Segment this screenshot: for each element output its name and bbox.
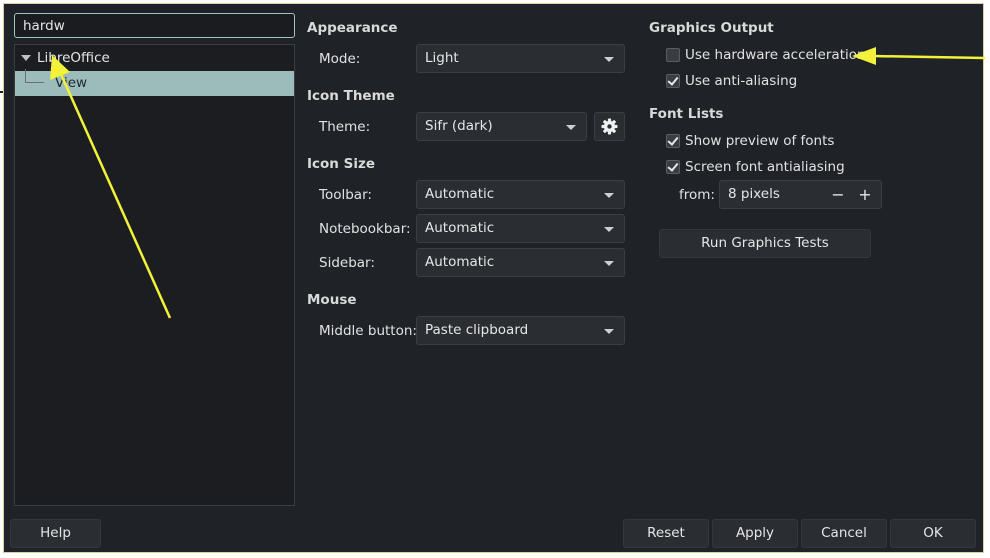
chevron-down-icon	[604, 57, 614, 62]
section-title-mouse: Mouse	[307, 292, 357, 308]
reset-button[interactable]: Reset	[623, 519, 709, 548]
options-dialog: LibreOffice View Appearance Mode: Light …	[3, 3, 984, 553]
anti-aliasing-label[interactable]: Use anti-aliasing	[685, 73, 797, 89]
hardware-acceleration-checkbox[interactable]	[666, 48, 680, 62]
sidebar-label: Sidebar:	[319, 255, 375, 271]
apply-button[interactable]: Apply	[712, 519, 798, 548]
mode-label: Mode:	[319, 51, 361, 67]
toolbar-size-dropdown[interactable]: Automatic	[416, 180, 625, 209]
section-title-icon-size: Icon Size	[307, 156, 375, 172]
tree-item-label: LibreOffice	[37, 50, 110, 66]
antialias-from-value[interactable]: 8 pixels	[728, 186, 780, 202]
screen-font-antialiasing-checkbox[interactable]	[666, 160, 680, 174]
tree-item-libreoffice[interactable]: LibreOffice	[15, 46, 294, 71]
middle-button-label: Middle button:	[319, 323, 417, 339]
mode-dropdown[interactable]: Light	[416, 44, 625, 73]
chevron-down-icon	[604, 227, 614, 232]
ok-button[interactable]: OK	[890, 519, 976, 548]
theme-value: Sifr (dark)	[425, 118, 493, 134]
sidebar-size-value: Automatic	[425, 254, 495, 270]
theme-dropdown[interactable]: Sifr (dark)	[416, 112, 587, 141]
tree-connector	[25, 69, 44, 83]
toolbar-label: Toolbar:	[319, 187, 372, 203]
font-preview-checkbox[interactable]	[666, 134, 680, 148]
tree-item-view[interactable]: View	[15, 69, 294, 96]
section-title-appearance: Appearance	[307, 20, 398, 36]
cancel-button[interactable]: Cancel	[801, 519, 887, 548]
mode-value: Light	[425, 50, 459, 66]
from-label: from:	[679, 187, 715, 203]
decrement-button[interactable]: −	[827, 181, 849, 208]
help-button[interactable]: Help	[10, 519, 101, 548]
notebookbar-size-value: Automatic	[425, 220, 495, 236]
theme-label: Theme:	[319, 119, 371, 135]
tree-item-label: View	[55, 75, 88, 91]
chevron-down-icon	[604, 193, 614, 198]
background-window-fragment	[0, 67, 3, 93]
chevron-down-icon	[604, 261, 614, 266]
font-preview-label[interactable]: Show preview of fonts	[685, 133, 834, 149]
expand-triangle-icon[interactable]	[21, 55, 31, 61]
notebookbar-size-dropdown[interactable]: Automatic	[416, 214, 625, 243]
antialias-from-spinbox[interactable]: 8 pixels − +	[719, 180, 882, 209]
screen-font-antialiasing-label[interactable]: Screen font antialiasing	[685, 159, 845, 175]
section-title-icon-theme: Icon Theme	[307, 88, 395, 104]
middle-button-dropdown[interactable]: Paste clipboard	[416, 316, 625, 345]
search-input[interactable]	[14, 13, 295, 38]
section-title-graphics-output: Graphics Output	[649, 20, 774, 36]
increment-button[interactable]: +	[854, 181, 876, 208]
section-title-font-lists: Font Lists	[649, 106, 724, 122]
toolbar-size-value: Automatic	[425, 186, 495, 202]
run-graphics-tests-button[interactable]: Run Graphics Tests	[659, 229, 871, 258]
middle-button-value: Paste clipboard	[425, 322, 529, 338]
anti-aliasing-checkbox[interactable]	[666, 74, 680, 88]
gear-icon	[601, 118, 618, 135]
sidebar-size-dropdown[interactable]: Automatic	[416, 248, 625, 277]
notebookbar-label: Notebookbar:	[319, 221, 411, 237]
chevron-down-icon	[566, 125, 576, 130]
options-tree: LibreOffice View	[14, 44, 295, 506]
theme-settings-button[interactable]	[594, 112, 625, 141]
chevron-down-icon	[604, 329, 614, 334]
hardware-acceleration-label[interactable]: Use hardware acceleration	[685, 47, 866, 63]
